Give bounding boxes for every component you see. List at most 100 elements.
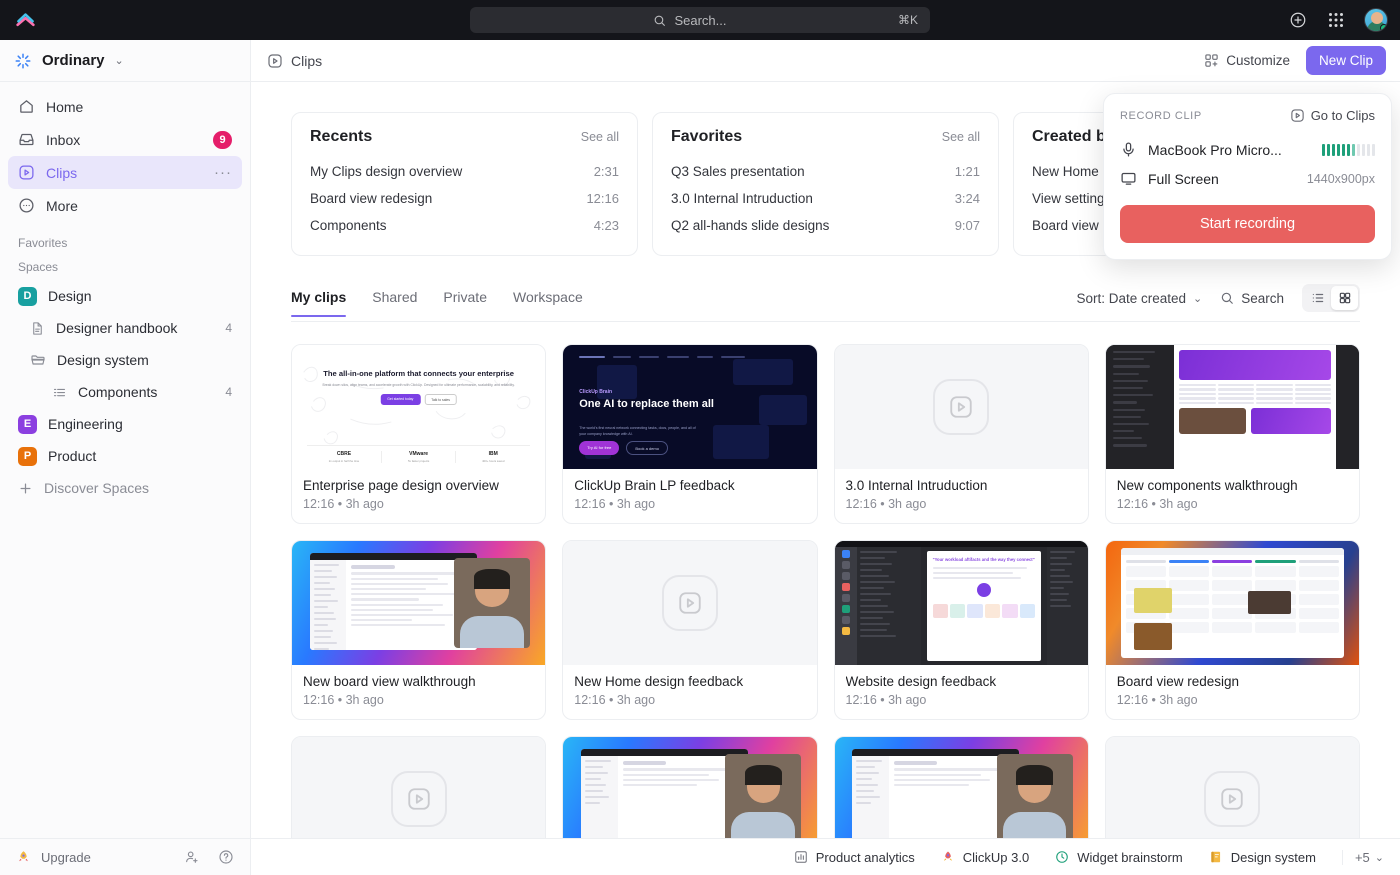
clip-card[interactable]: "Your workload aftifacts and the way the… — [834, 540, 1089, 720]
favorites-section-label: Favorites — [0, 222, 250, 256]
clip-card[interactable]: New board view walkthrough 12:16 • 3h ag… — [291, 540, 546, 720]
go-to-clips-link[interactable]: Go to Clips — [1290, 108, 1375, 123]
panel-item[interactable]: Board view redesign 12:16 — [310, 185, 619, 212]
clip-card[interactable]: 3.0 Internal Intruduction 12:16 • 3h ago — [834, 344, 1089, 524]
clip-card[interactable]: Board view redesign 12:16 • 3h ago — [1105, 540, 1360, 720]
thumb-person-hair — [1016, 765, 1052, 785]
sidebar-item-clips[interactable]: Clips ··· — [8, 156, 242, 189]
app-grid-icon[interactable] — [1326, 10, 1346, 30]
workspace-switcher[interactable]: Ordinary ⌄ — [0, 40, 250, 82]
tab-my-clips[interactable]: My clips — [291, 289, 346, 316]
clip-card[interactable] — [291, 736, 546, 838]
clip-card[interactable] — [562, 736, 817, 838]
customize-icon — [1204, 53, 1219, 68]
sidebar-doc-designer-handbook[interactable]: Designer handbook 4 — [8, 312, 242, 344]
body: Ordinary ⌄ Home Inbox 9 — [0, 40, 1400, 875]
customize-label: Customize — [1226, 53, 1290, 68]
see-all-link[interactable]: See all — [942, 130, 980, 144]
sidebar-item-more[interactable]: More — [8, 189, 242, 222]
clip-thumbnail: The all-in-one platform that connects yo… — [292, 345, 545, 469]
sidebar-folder-design-system[interactable]: Design system — [8, 344, 242, 376]
bottom-tab-clickup-30[interactable]: ClickUp 3.0 — [941, 850, 1029, 865]
record-screen-source-row[interactable]: Full Screen 1440x900px — [1120, 164, 1375, 193]
grid-view-button[interactable] — [1331, 286, 1358, 310]
upgrade-label[interactable]: Upgrade — [41, 850, 91, 865]
thumb-cta-primary: Get started today — [380, 394, 420, 405]
panel-item[interactable]: My Clips design overview 2:31 — [310, 158, 619, 185]
clip-card[interactable]: New Home design feedback 12:16 • 3h ago — [562, 540, 817, 720]
thumb-subtext: Break down silos, align teams, and accel… — [322, 383, 514, 388]
list-label: Components — [78, 384, 157, 400]
panel-header: Recents See all — [310, 128, 619, 146]
sidebar-list-components[interactable]: Components 4 — [8, 376, 242, 408]
monitor-icon — [1120, 170, 1137, 187]
help-circle-icon[interactable] — [218, 849, 234, 865]
clip-card[interactable]: New components walkthrough 12:16 • 3h ag… — [1105, 344, 1360, 524]
bottom-tab-product-analytics[interactable]: Product analytics — [794, 850, 915, 865]
rocket-icon — [941, 850, 955, 864]
clips-search-button[interactable]: Search — [1220, 291, 1284, 306]
thumb-logo-item: CBRE 2x output in half the time — [307, 451, 382, 463]
clip-thumbnail — [292, 541, 545, 665]
bottom-tab-design-system[interactable]: Design system — [1209, 850, 1316, 865]
panel-item[interactable]: Q3 Sales presentation 1:21 — [671, 158, 980, 185]
panel-item-duration: 4:23 — [594, 218, 619, 233]
sort-dropdown[interactable]: Sort: Date created ⌄ — [1076, 291, 1202, 306]
clip-card[interactable] — [834, 736, 1089, 838]
list-icon — [52, 385, 67, 400]
new-clip-button[interactable]: New Clip — [1306, 46, 1386, 75]
clip-card[interactable]: The all-in-one platform that connects yo… — [291, 344, 546, 524]
rocket-icon — [16, 850, 31, 865]
thumb-board-column — [1169, 560, 1209, 636]
list-view-button[interactable] — [1304, 286, 1331, 310]
top-bar: Search... ⌘K — [0, 0, 1400, 40]
clip-title: ClickUp Brain LP feedback — [574, 478, 805, 493]
thumb-logo-caption: 2x output in half the time — [307, 459, 381, 463]
start-recording-button[interactable]: Start recording — [1120, 205, 1375, 243]
record-popup-header: RECORD CLIP Go to Clips — [1120, 108, 1375, 123]
thumb-webcam-overlay — [725, 754, 801, 838]
thumb-clickup-brain: ClickUp Brain One AI to replace them all… — [563, 345, 816, 469]
panel-item[interactable]: 3.0 Internal Intruduction 3:24 — [671, 185, 980, 212]
add-person-icon[interactable] — [184, 849, 200, 865]
sidebar-discover-spaces[interactable]: Discover Spaces — [8, 472, 242, 504]
thumb-eyebrow: ClickUp Brain — [579, 389, 612, 395]
panel-item[interactable]: Q2 all-hands slide designs 9:07 — [671, 212, 980, 239]
tab-private[interactable]: Private — [443, 289, 487, 316]
top-bar-actions — [1288, 8, 1388, 32]
doc-count: 4 — [225, 321, 232, 335]
overflow-count: +5 — [1355, 850, 1370, 865]
panel-title: Recents — [310, 128, 372, 146]
clip-card[interactable]: ClickUp Brain One AI to replace them all… — [562, 344, 817, 524]
tab-shared[interactable]: Shared — [372, 289, 417, 316]
thumb-webcam-overlay — [1248, 591, 1291, 615]
clickup-logo[interactable] — [0, 11, 50, 30]
panel-item[interactable]: Components 4:23 — [310, 212, 619, 239]
panel-item-name: My Clips design overview — [310, 164, 594, 179]
avatar[interactable] — [1364, 8, 1388, 32]
thumb-document: "Your workload aftifacts and the way the… — [927, 551, 1042, 661]
sidebar-item-inbox[interactable]: Inbox 9 — [8, 123, 242, 156]
panel-header: Favorites See all — [671, 128, 980, 146]
thumb-logo-name: IBM — [456, 451, 530, 457]
thumb-window-titlebar — [1121, 548, 1344, 555]
see-all-link[interactable]: See all — [581, 130, 619, 144]
thumb-dark-editor — [1106, 345, 1359, 469]
space-avatar-icon: D — [18, 287, 37, 306]
sidebar-item-home[interactable]: Home — [8, 90, 242, 123]
tab-workspace[interactable]: Workspace — [513, 289, 583, 316]
thumb-window — [852, 749, 1019, 838]
clip-thumbnail — [563, 541, 816, 665]
add-new-icon[interactable] — [1288, 10, 1308, 30]
clips-more-icon[interactable]: ··· — [214, 168, 232, 178]
sidebar-space-engineering[interactable]: E Engineering — [8, 408, 242, 440]
bottom-tab-widget-brainstorm[interactable]: Widget brainstorm — [1055, 850, 1182, 865]
sidebar-space-product[interactable]: P Product — [8, 440, 242, 472]
thumb-file-tree — [857, 547, 920, 665]
sidebar-space-design[interactable]: D Design — [8, 280, 242, 312]
customize-button[interactable]: Customize — [1204, 53, 1290, 68]
bottom-tabs-overflow[interactable]: +5 ⌄ — [1342, 850, 1384, 865]
record-audio-source-row[interactable]: MacBook Pro Micro... — [1120, 135, 1375, 164]
global-search-bar[interactable]: Search... ⌘K — [470, 7, 930, 33]
clip-card[interactable] — [1105, 736, 1360, 838]
